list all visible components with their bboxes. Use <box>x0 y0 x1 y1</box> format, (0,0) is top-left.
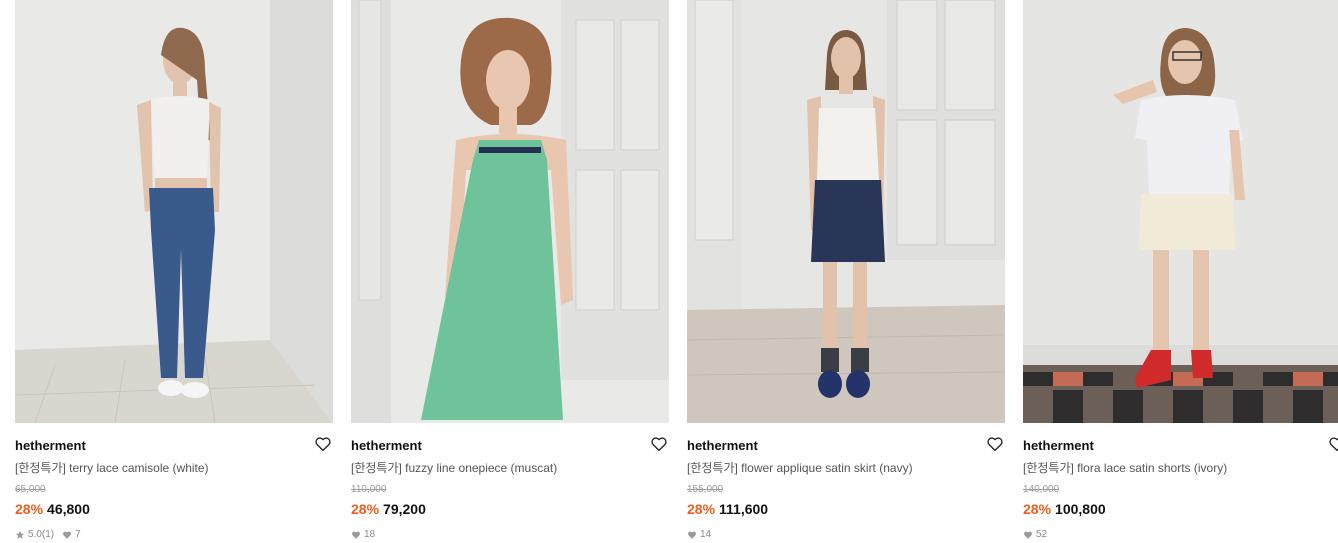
price-row: 28% 111,600 <box>687 500 1005 518</box>
product-card[interactable]: hetherment [한정특가] fuzzy line onepiece (m… <box>351 0 669 543</box>
discount-rate: 28% <box>15 501 44 517</box>
likes: 52 <box>1023 528 1047 541</box>
sale-price: 79,200 <box>383 501 426 517</box>
product-name[interactable]: [한정특가] fuzzy line onepiece (muscat) <box>351 460 669 476</box>
review-count: (1) <box>41 529 55 540</box>
product-name[interactable]: [한정특가] flower applique satin skirt (navy… <box>687 460 1005 476</box>
like-count: 14 <box>700 529 712 540</box>
like-count: 52 <box>1036 529 1048 540</box>
discount-rate: 28% <box>351 501 380 517</box>
price-row: 28% 79,200 <box>351 500 669 518</box>
product-image[interactable] <box>1023 0 1338 423</box>
likes: 14 <box>687 528 711 541</box>
wishlist-heart-icon[interactable] <box>986 435 1004 453</box>
heart-filled-icon <box>352 531 360 539</box>
product-image[interactable] <box>351 0 669 423</box>
original-price: 155,000 <box>687 484 724 495</box>
product-meta: 18 <box>351 528 669 541</box>
sale-price: 46,800 <box>47 501 90 517</box>
product-meta: 14 <box>687 528 1005 541</box>
discount-rate: 28% <box>1023 501 1052 517</box>
wishlist-heart-icon[interactable] <box>1328 435 1338 453</box>
original-price: 140,000 <box>1023 484 1060 495</box>
discount-rate: 28% <box>687 501 716 517</box>
rating-value: 5.0 <box>28 529 42 540</box>
heart-filled-icon <box>688 531 696 539</box>
price-row: 28% 100,800 <box>1023 500 1338 518</box>
product-meta: 52 <box>1023 528 1338 541</box>
product-card[interactable]: hetherment [한정특가] flower applique satin … <box>687 0 1005 543</box>
product-grid: hetherment [한정특가] terry lace camisole (w… <box>0 0 1338 543</box>
likes: 18 <box>351 528 375 541</box>
product-card[interactable]: hetherment [한정특가] terry lace camisole (w… <box>15 0 333 543</box>
star-icon <box>15 530 25 539</box>
sale-price: 100,800 <box>1055 501 1106 517</box>
brand-name[interactable]: hetherment <box>1023 438 1094 453</box>
likes: 7 <box>62 528 81 541</box>
price-row: 28% 46,800 <box>15 500 333 518</box>
product-name[interactable]: [한정특가] terry lace camisole (white) <box>15 460 333 476</box>
brand-name[interactable]: hetherment <box>15 438 86 453</box>
product-image[interactable] <box>687 0 1005 423</box>
like-count: 7 <box>75 529 81 540</box>
heart-filled-icon <box>1024 531 1032 539</box>
brand-name[interactable]: hetherment <box>351 438 422 453</box>
product-image[interactable] <box>15 0 333 423</box>
like-count: 18 <box>364 529 376 540</box>
brand-name[interactable]: hetherment <box>687 438 758 453</box>
wishlist-heart-icon[interactable] <box>650 435 668 453</box>
product-name[interactable]: [한정특가] flora lace satin shorts (ivory) <box>1023 460 1338 476</box>
heart-filled-icon <box>63 531 72 539</box>
product-card[interactable]: hetherment [한정특가] flora lace satin short… <box>1023 0 1338 543</box>
sale-price: 111,600 <box>719 501 769 517</box>
original-price: 110,000 <box>351 484 387 495</box>
rating: 5.0 (1) <box>15 528 54 541</box>
wishlist-heart-icon[interactable] <box>314 435 332 453</box>
original-price: 65,000 <box>15 484 46 495</box>
product-meta: 5.0 (1) 7 <box>15 528 333 541</box>
